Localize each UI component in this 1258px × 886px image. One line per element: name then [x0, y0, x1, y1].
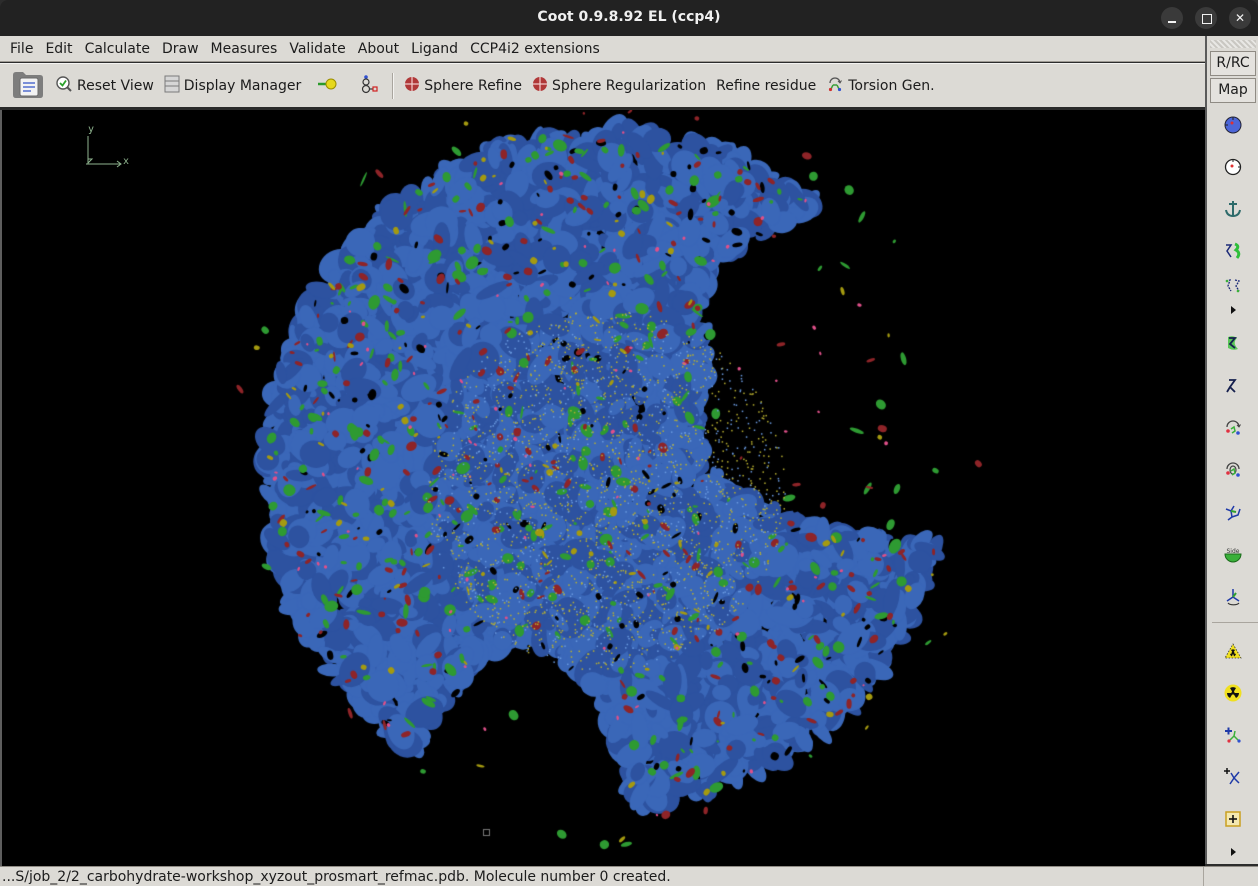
add-atom-at-pointer-icon[interactable] [1221, 765, 1245, 789]
rotamer-icon[interactable] [1221, 416, 1245, 440]
pointer-position-icon[interactable] [1221, 807, 1245, 831]
file-manager-button[interactable] [6, 69, 50, 103]
menu-about[interactable]: About [352, 41, 405, 57]
axis-y-label: y [88, 124, 95, 135]
sphere-regularization-label: Sphere Regularization [552, 77, 707, 94]
add-alt-conf-icon[interactable] [1221, 374, 1245, 398]
r-rc-button[interactable]: R/RC [1210, 51, 1256, 76]
place-atom-icon[interactable] [1221, 723, 1245, 747]
svg-text:Side: Side [1227, 548, 1240, 555]
orientation-axes: y x [82, 124, 142, 174]
add-terminal-residue-icon[interactable] [1221, 331, 1245, 355]
more-arrow-icon[interactable] [1221, 840, 1245, 864]
sphere-refine-button[interactable]: Sphere Refine [399, 69, 527, 103]
edit-backbone-torsion-icon[interactable] [1221, 584, 1245, 608]
delete-item-icon[interactable] [1221, 681, 1245, 705]
graphics-viewport[interactable]: y x [0, 110, 1205, 866]
side-chain-180-icon[interactable]: Side [1221, 542, 1245, 566]
reset-view-icon [55, 75, 73, 97]
resize-grip[interactable] [1203, 867, 1258, 886]
window-title: Coot 0.9.8.92 EL (ccp4) [537, 9, 721, 25]
menu-draw[interactable]: Draw [156, 41, 205, 57]
rotate-translate-zone-icon[interactable] [1221, 113, 1245, 137]
menu-ligand[interactable]: Ligand [405, 41, 464, 57]
flip-peptide-icon[interactable] [1221, 500, 1245, 524]
mutate-autofit-icon[interactable] [1221, 239, 1245, 263]
ligand-molecule-button[interactable] [354, 69, 386, 103]
backbone-torsion-icon[interactable] [1221, 274, 1245, 298]
expand-arrow-icon[interactable] [1221, 298, 1245, 322]
anchor-icon[interactable] [1221, 197, 1245, 221]
close-button[interactable]: ✕ [1229, 7, 1251, 29]
refine-residue-label: Refine residue [716, 77, 817, 94]
menu-bar: File Edit Calculate Draw Measures Valida… [0, 36, 1205, 62]
display-manager-label: Display Manager [183, 77, 302, 94]
axis-x-label: x [123, 156, 130, 167]
toolbar-separator [392, 72, 394, 99]
status-bar: ...S/job_2/2_carbohydrate-workshop_xyzou… [0, 866, 1258, 886]
menu-calculate[interactable]: Calculate [79, 41, 156, 57]
maximize-button[interactable] [1195, 7, 1217, 29]
sphere-regularization-button[interactable]: Sphere Regularization [527, 69, 711, 103]
menu-validate[interactable]: Validate [283, 41, 351, 57]
main-toolbar: Reset View Display Manager Sphere Refine… [0, 63, 1205, 109]
sphere-refine-label: Sphere Refine [424, 77, 522, 94]
title-bar: Coot 0.9.8.92 EL (ccp4) ✕ [0, 0, 1258, 36]
status-message: ...S/job_2/2_carbohydrate-workshop_xyzou… [2, 869, 671, 885]
minimize-button[interactable] [1161, 7, 1183, 29]
density-map-render[interactable] [2, 110, 1205, 866]
torsion-gen-button[interactable]: Torsion Gen. [821, 69, 939, 103]
menu-measures[interactable]: Measures [205, 41, 284, 57]
go-to-atom-icon [317, 76, 339, 96]
toolbar-divider [1212, 622, 1258, 623]
sphere-regularization-icon [532, 76, 548, 96]
reset-view-button[interactable]: Reset View [50, 69, 159, 103]
edit-chi-angles-icon[interactable] [1221, 458, 1245, 482]
menu-ccp4i2-extensions[interactable]: CCP4i2 extensions [464, 41, 606, 57]
display-manager-icon [164, 75, 180, 97]
menu-file[interactable]: File [4, 41, 39, 57]
go-to-atom-button[interactable] [312, 69, 344, 103]
model-toolbar: R/RC Map Side [1205, 36, 1258, 864]
auto-fit-rotamer-icon[interactable] [1221, 155, 1245, 179]
refine-residue-button[interactable]: Refine residue [711, 69, 821, 103]
reset-view-label: Reset View [77, 77, 154, 94]
torsion-gen-icon [826, 75, 844, 97]
sphere-refine-icon [404, 76, 420, 96]
toolbar-grip[interactable] [1210, 40, 1256, 48]
torsion-gen-label: Torsion Gen. [848, 77, 935, 94]
map-button[interactable]: Map [1210, 78, 1256, 103]
display-manager-button[interactable]: Display Manager [159, 69, 306, 103]
menu-edit[interactable]: Edit [39, 41, 78, 57]
delete-icon[interactable] [1221, 639, 1245, 663]
ligand-molecule-icon [359, 73, 381, 99]
file-manager-icon [11, 69, 45, 103]
